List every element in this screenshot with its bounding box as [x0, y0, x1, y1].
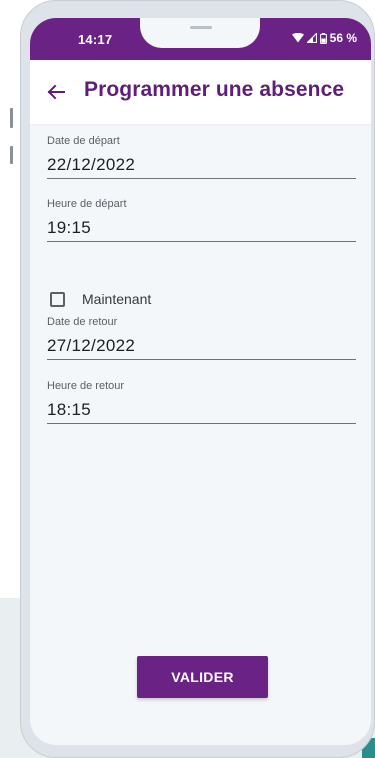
- status-bar: 14:17 56 %: [30, 18, 371, 60]
- side-button-lower: [10, 146, 13, 164]
- side-button-upper: [10, 108, 13, 128]
- status-icons: 56 %: [291, 31, 357, 45]
- departure-date-label: Date de départ: [47, 135, 120, 147]
- departure-date-input[interactable]: 22/12/2022: [47, 151, 356, 179]
- return-time-label: Heure de retour: [47, 380, 125, 392]
- departure-time-input[interactable]: 19:15: [47, 214, 356, 242]
- now-checkbox[interactable]: [50, 291, 65, 307]
- signal-icon: [306, 33, 317, 43]
- departure-time-label: Heure de départ: [47, 198, 127, 210]
- departure-time-field[interactable]: Heure de départ 19:15: [47, 198, 356, 242]
- battery-percentage: 56 %: [329, 31, 357, 45]
- return-date-input[interactable]: 27/12/2022: [47, 332, 356, 360]
- status-time: 14:17: [78, 32, 113, 47]
- return-time-field[interactable]: Heure de retour 18:15: [47, 380, 356, 424]
- app-bar: Programmer une absence: [30, 60, 371, 124]
- departure-date-field[interactable]: Date de départ 22/12/2022: [47, 135, 356, 179]
- camera-notch: [140, 18, 260, 48]
- battery-icon: [319, 32, 327, 44]
- validate-button[interactable]: VALIDER: [137, 656, 268, 698]
- page-title: Programmer une absence: [84, 78, 345, 101]
- return-date-label: Date de retour: [47, 316, 118, 328]
- return-time-input[interactable]: 18:15: [47, 396, 356, 424]
- speaker-grille: [190, 26, 212, 29]
- phone-screen: 14:17 56 % Programmer une absence Date d…: [30, 18, 371, 745]
- return-date-field[interactable]: Date de retour 27/12/2022: [47, 316, 356, 360]
- now-checkbox-label: Maintenant: [82, 291, 152, 307]
- wifi-icon: [291, 33, 304, 43]
- now-checkbox-row[interactable]: Maintenant: [50, 288, 151, 310]
- arrow-left-icon[interactable]: [44, 80, 68, 104]
